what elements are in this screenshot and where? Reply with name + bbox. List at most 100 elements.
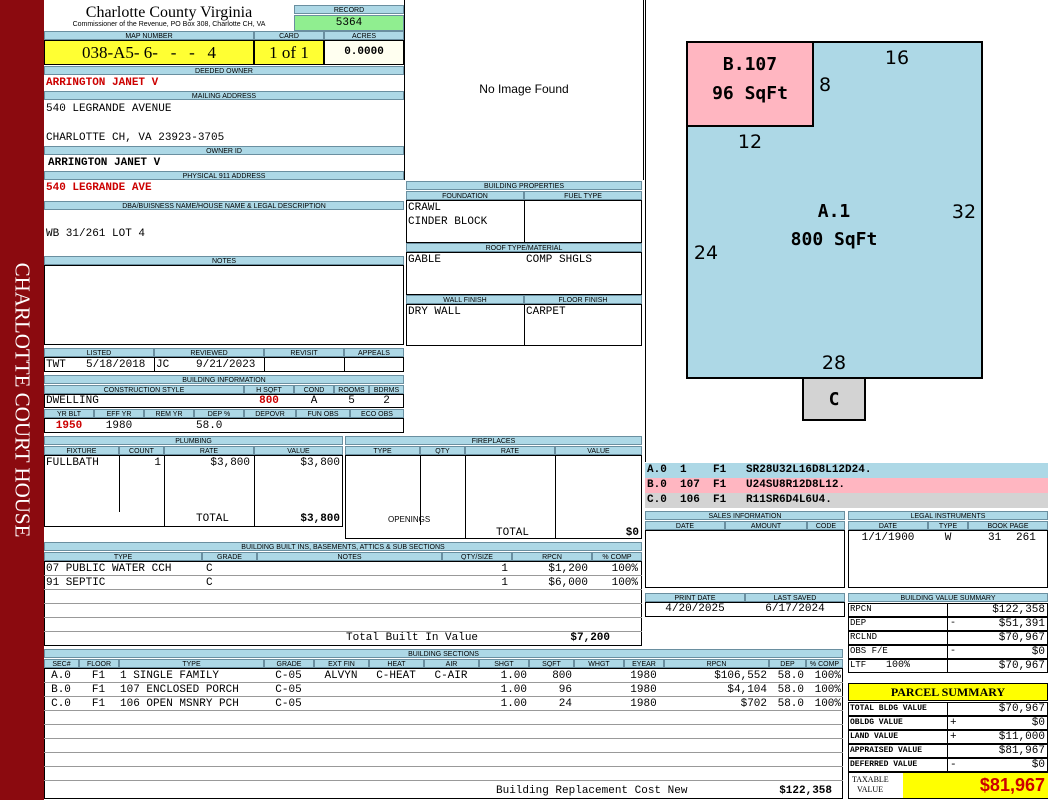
li-date-label: DATE	[848, 521, 928, 530]
section-cell: C-AIR	[434, 670, 468, 682]
section-cell: C-05	[275, 698, 302, 710]
building-sketch: A.1 800 SqFt B.107 96 SqFt C 16 8 12 32 …	[686, 41, 983, 421]
print-date-label: PRINT DATE	[645, 593, 745, 602]
year-built: 1950	[55, 420, 83, 432]
sales-title: SALES INFORMATION	[645, 511, 845, 520]
li-type: W	[944, 532, 952, 544]
section-cell: 100%	[814, 698, 841, 710]
fp-total: $0	[625, 527, 639, 539]
bi-rpcn-label: RPCN	[512, 552, 592, 561]
li-page: 261	[1016, 532, 1036, 544]
fp-value-label: VALUE	[555, 446, 642, 455]
record-number: 5364	[294, 15, 404, 31]
fp-total-label: TOTAL	[496, 527, 530, 539]
section-cell: 107 ENCLOSED PORCH	[120, 684, 239, 696]
county-title: Charlotte County Virginia	[85, 4, 253, 21]
section-cell: 96	[558, 684, 572, 696]
section-header: SHGT	[479, 659, 529, 668]
effyr-label: EFF YR	[94, 409, 144, 418]
rooms-value: 5	[348, 395, 355, 407]
legal-description-label: DBA/BUISNESS NAME/HOUSE NAME & LEGAL DES…	[44, 201, 404, 210]
listed-by: TWT	[46, 359, 66, 371]
patio-label: C	[829, 389, 840, 410]
plumbing-fixture: FULLBATH	[46, 457, 99, 469]
bdrms-label: BDRMS	[369, 385, 404, 394]
builtins-total: $7,200	[570, 632, 610, 644]
parcel-label: APPRAISED VALUE	[850, 746, 923, 755]
building-info-title: BUILDING INFORMATION	[44, 375, 404, 384]
main-dwelling-label: A.1	[818, 201, 851, 222]
bi-notes-label: NOTES	[257, 552, 442, 561]
section-cell: 58.0	[777, 698, 804, 710]
section-cell: 1980	[630, 684, 657, 696]
section-cell: 800	[552, 670, 572, 682]
bvs-label: RPCN	[850, 604, 872, 614]
bvs-label: RCLND	[850, 632, 878, 642]
floor-finish-label: FLOOR FINISH	[524, 295, 642, 304]
cond-value: A	[310, 395, 318, 407]
mailing-address-label: MAILING ADDRESS	[44, 91, 404, 100]
reviewed-label: REVIEWED	[154, 348, 264, 357]
section-cell: ALVYN	[324, 670, 358, 682]
notes-label: NOTES	[44, 256, 404, 265]
bvs-sign: 100%	[886, 660, 911, 671]
sketch-vector-a: A.0 1 F1 SR28U32L16D8L12D24.	[645, 463, 1048, 478]
parcel-value: $0	[1031, 759, 1045, 771]
parcel-label: TOTAL BLDG VALUE	[850, 704, 927, 713]
fp-openings-label: OPENINGS	[388, 515, 431, 524]
foundation-2: CINDER BLOCK	[408, 216, 488, 228]
sketch-vector-c: C.0 106 F1 R11SR6D4L6U4.	[645, 493, 1048, 508]
li-book-label: BOOK PAGE	[968, 521, 1048, 530]
sketch-area: A.1 800 SqFt B.107 96 SqFt C 16 8 12 32 …	[645, 0, 1048, 462]
builtin-cell: C	[206, 577, 213, 589]
parcel-value: $81,967	[998, 745, 1045, 757]
map-number: 038-A5- 6- - - 4	[44, 40, 254, 65]
builtin-cell: 91 SEPTIC	[46, 577, 106, 589]
roof-material: COMP SHGLS	[526, 254, 593, 266]
main-dwelling-area: 800 SqFt	[791, 229, 878, 250]
section-header: TYPE	[119, 659, 264, 668]
bvs-label: DEP	[850, 618, 867, 628]
value-label: VALUE	[254, 446, 343, 455]
builtin-cell: $1,200	[548, 563, 588, 575]
builtin-cell: $6,000	[548, 577, 588, 589]
bdrms-value: 2	[383, 395, 390, 407]
taxable-label-1: TAXABLE	[852, 775, 889, 784]
ecoobs-label: ECO OBS	[350, 409, 404, 418]
section-cell: $4,104	[727, 684, 767, 696]
section-cell: 24	[558, 698, 572, 710]
builtin-cell: 100%	[611, 577, 638, 589]
sales-code-label: CODE	[807, 521, 845, 530]
section-cell: 1.00	[500, 684, 527, 696]
plumbing-count: 1	[154, 457, 161, 469]
section-cell: C.0	[51, 698, 71, 710]
bvs-value: $70,967	[998, 632, 1045, 644]
map-number-label: MAP NUMBER	[44, 31, 254, 40]
yrblt-label: YR BLT	[44, 409, 94, 418]
print-date: 4/20/2025	[665, 603, 725, 615]
mailing-line-2: CHARLOTTE CH, VA 23923-3705	[46, 132, 225, 144]
bvs-title: BUILDING VALUE SUMMARY	[848, 593, 1048, 602]
builtin-cell: 1	[501, 577, 508, 589]
bvs-value: $51,391	[998, 618, 1045, 630]
side-banner-text: CHARLOTTE COURT HOUSE	[10, 262, 35, 538]
bi-comp-label: % COMP	[592, 552, 642, 561]
li-type-label: TYPE	[928, 521, 968, 530]
builtin-cell: 07 PUBLIC WATER CCH	[46, 563, 172, 575]
parcel-sign: +	[950, 731, 957, 743]
fp-type-label: TYPE	[345, 446, 420, 455]
sales-date-label: DATE	[645, 521, 725, 530]
physical-address: 540 LEGRANDE AVE	[46, 182, 152, 194]
dim-porch-bottom: 12	[738, 131, 762, 153]
section-cell: C-HEAT	[376, 670, 416, 682]
section-cell: A.0	[51, 670, 71, 682]
listed-date: 5/18/2018	[86, 359, 146, 371]
card-label: CARD	[254, 31, 324, 40]
fuel-type-label: FUEL TYPE	[524, 191, 642, 200]
section-cell: C-05	[275, 670, 302, 682]
section-cell: $106,552	[714, 670, 767, 682]
parcel-label: DEFERRED VALUE	[850, 760, 918, 769]
section-cell: B.0	[51, 684, 71, 696]
parcel-value: $0	[1031, 717, 1045, 729]
section-header: SEC#	[44, 659, 79, 668]
